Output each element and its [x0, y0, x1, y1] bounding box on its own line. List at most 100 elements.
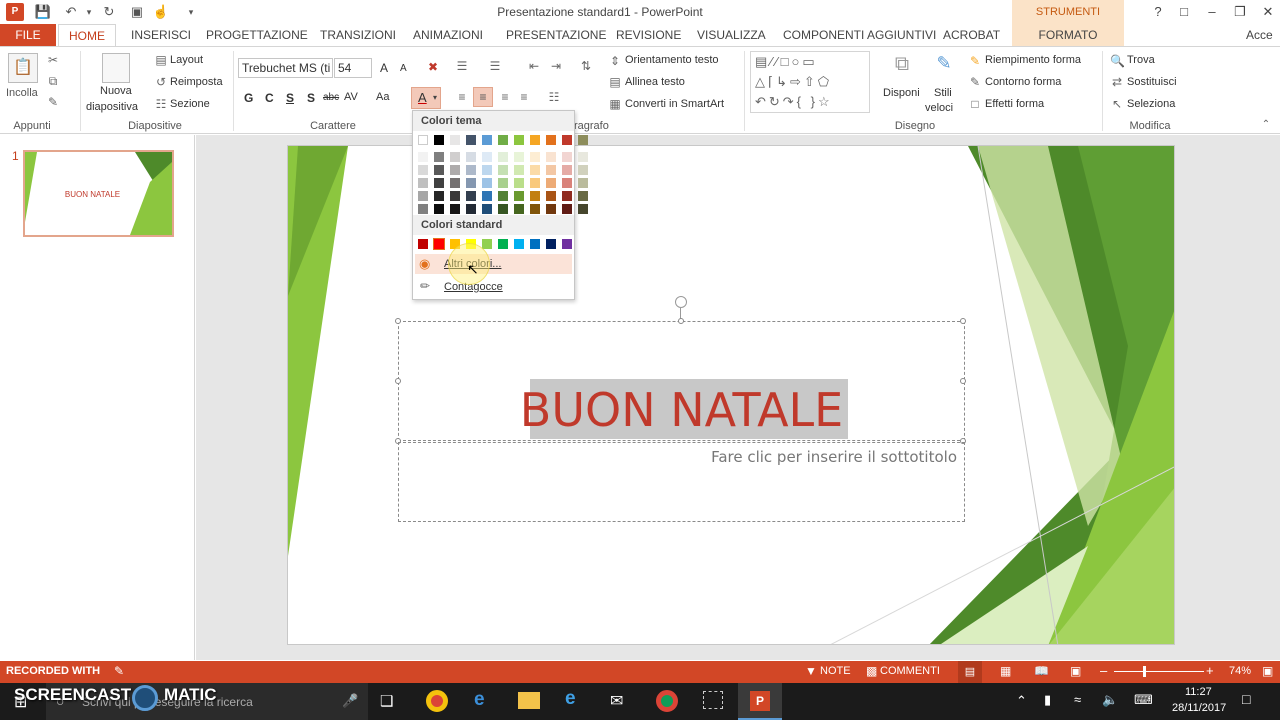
- internet-explorer-icon[interactable]: e: [565, 688, 576, 710]
- theme-color-swatch[interactable]: [418, 204, 428, 214]
- reading-view-icon[interactable]: 📖: [1034, 664, 1049, 678]
- theme-color-swatch[interactable]: [482, 178, 492, 188]
- theme-color-swatch[interactable]: [434, 152, 444, 162]
- theme-color-swatch[interactable]: [434, 178, 444, 188]
- new-slide-icon[interactable]: [102, 53, 130, 83]
- chrome-icon-2[interactable]: [656, 690, 678, 712]
- mail-icon[interactable]: ✉: [610, 691, 623, 711]
- change-case-button[interactable]: Aa: [376, 91, 389, 103]
- theme-color-swatch[interactable]: [578, 165, 588, 175]
- theme-color-swatch[interactable]: [514, 191, 524, 201]
- replace-button[interactable]: Sostituisci: [1127, 76, 1177, 88]
- theme-color-swatch[interactable]: [514, 135, 524, 145]
- sizing-handle[interactable]: [395, 318, 401, 324]
- sizing-handle[interactable]: [395, 378, 401, 384]
- theme-color-swatch[interactable]: [434, 165, 444, 175]
- normal-view-icon[interactable]: ▤: [958, 661, 982, 683]
- copy-icon[interactable]: ⧉: [46, 74, 60, 89]
- theme-color-swatch[interactable]: [418, 135, 428, 145]
- notifications-icon[interactable]: □: [1242, 691, 1250, 707]
- theme-color-swatch[interactable]: [546, 191, 556, 201]
- account-link[interactable]: Acce: [1246, 24, 1273, 46]
- standard-color-swatch[interactable]: [546, 239, 556, 249]
- sizing-handle[interactable]: [960, 378, 966, 384]
- slide-title[interactable]: BUON NATALE: [399, 382, 964, 438]
- tab-inserisci[interactable]: INSERISCI: [131, 24, 191, 46]
- bold-button[interactable]: G: [244, 91, 253, 105]
- file-explorer-icon[interactable]: [518, 692, 540, 709]
- theme-color-swatch[interactable]: [578, 204, 588, 214]
- format-painter-icon[interactable]: ✎: [46, 95, 60, 109]
- theme-color-swatch[interactable]: [546, 204, 556, 214]
- theme-color-swatch[interactable]: [514, 204, 524, 214]
- underline-button[interactable]: S: [286, 91, 294, 105]
- theme-color-swatch[interactable]: [450, 178, 460, 188]
- theme-color-swatch[interactable]: [466, 165, 476, 175]
- task-view-icon[interactable]: ❑: [380, 692, 393, 710]
- zoom-slider[interactable]: [1114, 671, 1204, 672]
- theme-color-swatch[interactable]: [562, 165, 572, 175]
- layout-button[interactable]: Layout: [170, 54, 203, 66]
- tab-progettazione[interactable]: PROGETTAZIONE: [206, 24, 308, 46]
- powerpoint-taskbar-button[interactable]: P: [738, 683, 782, 720]
- arrange-button[interactable]: Disponi: [883, 87, 920, 99]
- zoom-slider-thumb[interactable]: [1143, 666, 1146, 677]
- bullets-icon[interactable]: ☰: [454, 59, 470, 73]
- theme-color-swatch[interactable]: [578, 152, 588, 162]
- theme-color-swatch[interactable]: [482, 191, 492, 201]
- tab-animazioni[interactable]: ANIMAZIONI: [413, 24, 483, 46]
- undo-dropdown-icon[interactable]: ▾: [80, 3, 98, 21]
- align-right-icon[interactable]: ≡: [497, 90, 513, 104]
- theme-color-swatch[interactable]: [498, 135, 508, 145]
- standard-color-swatch[interactable]: [418, 239, 428, 249]
- increase-indent-icon[interactable]: ⇥: [548, 59, 564, 73]
- paste-icon[interactable]: 📋: [8, 53, 38, 83]
- theme-color-swatch[interactable]: [562, 191, 572, 201]
- theme-color-swatch[interactable]: [530, 204, 540, 214]
- theme-color-swatch[interactable]: [450, 152, 460, 162]
- theme-color-swatch[interactable]: [530, 135, 540, 145]
- theme-color-swatch[interactable]: [466, 135, 476, 145]
- volume-icon[interactable]: 🔈: [1102, 692, 1118, 708]
- tab-file[interactable]: FILE: [0, 24, 56, 46]
- theme-color-swatch[interactable]: [466, 152, 476, 162]
- theme-color-swatch[interactable]: [482, 204, 492, 214]
- tab-revisione[interactable]: REVISIONE: [616, 24, 681, 46]
- shadow-button[interactable]: S: [307, 91, 315, 105]
- theme-color-swatch[interactable]: [434, 204, 444, 214]
- help-icon[interactable]: ?: [1146, 2, 1170, 22]
- theme-color-swatch[interactable]: [434, 191, 444, 201]
- comments-button[interactable]: COMMENTI: [880, 665, 940, 677]
- subtitle-text[interactable]: Fare clic per inserire il sottotitolo: [711, 448, 957, 466]
- standard-color-swatch[interactable]: [530, 239, 540, 249]
- quick-styles-label-2[interactable]: veloci: [925, 102, 953, 114]
- theme-color-swatch[interactable]: [482, 135, 492, 145]
- snipping-tool-icon[interactable]: [703, 691, 723, 709]
- redo-icon[interactable]: ↻: [100, 3, 118, 21]
- tab-home[interactable]: HOME: [58, 24, 116, 46]
- theme-color-swatch[interactable]: [578, 191, 588, 201]
- decrease-indent-icon[interactable]: ⇤: [526, 59, 542, 73]
- collapse-ribbon-icon[interactable]: ⌃: [1260, 119, 1272, 130]
- theme-color-swatch[interactable]: [450, 204, 460, 214]
- theme-color-swatch[interactable]: [498, 204, 508, 214]
- edge-icon[interactable]: e: [474, 689, 485, 711]
- microphone-icon[interactable]: 🎤: [342, 693, 358, 709]
- align-center-icon[interactable]: ≡: [473, 87, 493, 107]
- save-icon[interactable]: 💾: [34, 3, 52, 21]
- tab-transizioni[interactable]: TRANSIZIONI: [320, 24, 396, 46]
- theme-color-swatch[interactable]: [450, 165, 460, 175]
- tab-componenti[interactable]: COMPONENTI AGGIUNTIVI: [783, 24, 936, 46]
- theme-color-swatch[interactable]: [498, 152, 508, 162]
- new-slide-label-2[interactable]: diapositiva: [86, 101, 138, 113]
- new-slide-label-1[interactable]: Nuova: [100, 85, 132, 97]
- columns-icon[interactable]: ☷: [546, 90, 562, 104]
- numbering-icon[interactable]: ☰: [487, 59, 503, 73]
- minimize-icon[interactable]: –: [1200, 2, 1224, 22]
- zoom-level[interactable]: 74%: [1229, 665, 1251, 677]
- clock-date[interactable]: 28/11/2017: [1172, 702, 1226, 714]
- wifi-icon[interactable]: ≈: [1074, 692, 1081, 707]
- battery-icon[interactable]: ▮: [1044, 692, 1051, 708]
- subtitle-placeholder[interactable]: Fare clic per inserire il sottotitolo: [398, 442, 965, 522]
- theme-color-swatch[interactable]: [466, 191, 476, 201]
